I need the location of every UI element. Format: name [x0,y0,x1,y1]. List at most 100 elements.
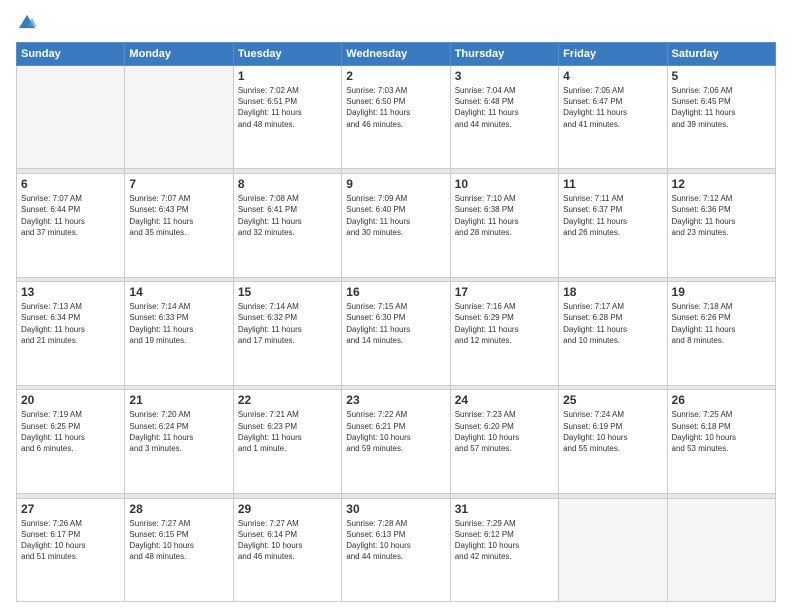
calendar-cell: 26 Sunrise: 7:25 AMSunset: 6:18 PMDayligh… [667,390,775,493]
cell-info: Sunrise: 7:04 AMSunset: 6:48 PMDaylight:… [455,85,554,130]
weekday-header-saturday: Saturday [667,43,775,66]
calendar-cell [667,498,775,602]
day-number: 5 [672,69,771,83]
day-number: 25 [563,393,662,407]
calendar-cell: 25Sunrise: 7:24 AMSunset: 6:19 PMDayligh… [559,390,667,493]
cell-info: Sunrise: 7:06 AMSunset: 6:45 PMDaylight:… [672,85,771,130]
day-number: 27 [21,502,120,516]
cell-info: Sunrise: 7:27 AMSunset: 6:14 PMDaylight:… [238,518,337,563]
cell-info: Sunrise: 7:05 AMSunset: 6:47 PMDaylight:… [563,85,662,130]
cell-info: Sunrise: 7:26 AMSunset: 6:17 PMDaylight:… [21,518,120,563]
day-number: 9 [346,177,445,191]
calendar-cell: 29Sunrise: 7:27 AMSunset: 6:14 PMDayligh… [233,498,341,602]
cell-info: Sunrise: 7:02 AMSunset: 6:51 PMDaylight:… [238,85,337,130]
calendar-cell: 9 Sunrise: 7:09 AMSunset: 6:40 PMDaylight… [342,174,450,277]
calendar-cell: 20 Sunrise: 7:19 AMSunset: 6:25 PMDayligh… [17,390,125,493]
header [16,12,776,34]
cell-info: Sunrise: 7:20 AMSunset: 6:24 PMDaylight:… [129,409,228,454]
cell-info: Sunrise: 7:07 AMSunset: 6:44 PMDaylight:… [21,193,120,238]
weekday-header-sunday: Sunday [17,43,125,66]
week-row-0: 1 Sunrise: 7:02 AMSunset: 6:51 PMDaylight… [17,66,776,169]
day-number: 3 [455,69,554,83]
weekday-header-thursday: Thursday [450,43,558,66]
day-number: 7 [129,177,228,191]
calendar: SundayMondayTuesdayWednesdayThursdayFrid… [16,42,776,602]
cell-info: Sunrise: 7:11 AMSunset: 6:37 PMDaylight:… [563,193,662,238]
calendar-cell: 21 Sunrise: 7:20 AMSunset: 6:24 PMDayligh… [125,390,233,493]
weekday-header-wednesday: Wednesday [342,43,450,66]
day-number: 30 [346,502,445,516]
day-number: 12 [672,177,771,191]
calendar-cell: 4 Sunrise: 7:05 AMSunset: 6:47 PMDaylight… [559,66,667,169]
calendar-cell [559,498,667,602]
cell-info: Sunrise: 7:03 AMSunset: 6:50 PMDaylight:… [346,85,445,130]
day-number: 31 [455,502,554,516]
cell-info: Sunrise: 7:10 AMSunset: 6:38 PMDaylight:… [455,193,554,238]
calendar-cell: 18 Sunrise: 7:17 AMSunset: 6:28 PMDayligh… [559,282,667,385]
day-number: 28 [129,502,228,516]
weekday-header-friday: Friday [559,43,667,66]
day-number: 18 [563,285,662,299]
day-number: 4 [563,69,662,83]
day-number: 2 [346,69,445,83]
cell-info: Sunrise: 7:08 AMSunset: 6:41 PMDaylight:… [238,193,337,238]
day-number: 8 [238,177,337,191]
cell-info: Sunrise: 7:19 AMSunset: 6:25 PMDaylight:… [21,409,120,454]
calendar-cell: 15Sunrise: 7:14 AMSunset: 6:32 PMDayligh… [233,282,341,385]
calendar-cell: 14 Sunrise: 7:14 AMSunset: 6:33 PMDayligh… [125,282,233,385]
day-number: 16 [346,285,445,299]
cell-info: Sunrise: 7:16 AMSunset: 6:29 PMDaylight:… [455,301,554,346]
day-number: 10 [455,177,554,191]
cell-info: Sunrise: 7:21 AMSunset: 6:23 PMDaylight:… [238,409,337,454]
cell-info: Sunrise: 7:22 AMSunset: 6:21 PMDaylight:… [346,409,445,454]
day-number: 20 [21,393,120,407]
calendar-cell: 17Sunrise: 7:16 AMSunset: 6:29 PMDayligh… [450,282,558,385]
day-number: 13 [21,285,120,299]
logo [16,12,40,34]
cell-info: Sunrise: 7:09 AMSunset: 6:40 PMDaylight:… [346,193,445,238]
day-number: 26 [672,393,771,407]
day-number: 19 [672,285,771,299]
day-number: 24 [455,393,554,407]
weekday-header-tuesday: Tuesday [233,43,341,66]
calendar-cell: 19 Sunrise: 7:18 AMSunset: 6:26 PMDayligh… [667,282,775,385]
calendar-cell: 13Sunrise: 7:13 AMSunset: 6:34 PMDayligh… [17,282,125,385]
calendar-cell: 5 Sunrise: 7:06 AMSunset: 6:45 PMDaylight… [667,66,775,169]
cell-info: Sunrise: 7:17 AMSunset: 6:28 PMDaylight:… [563,301,662,346]
day-number: 6 [21,177,120,191]
day-number: 1 [238,69,337,83]
cell-info: Sunrise: 7:29 AMSunset: 6:12 PMDaylight:… [455,518,554,563]
calendar-cell: 11 Sunrise: 7:11 AMSunset: 6:37 PMDayligh… [559,174,667,277]
day-number: 21 [129,393,228,407]
calendar-cell: 2 Sunrise: 7:03 AMSunset: 6:50 PMDaylight… [342,66,450,169]
cell-info: Sunrise: 7:23 AMSunset: 6:20 PMDaylight:… [455,409,554,454]
calendar-cell [17,66,125,169]
cell-info: Sunrise: 7:25 AMSunset: 6:18 PMDaylight:… [672,409,771,454]
week-row-1: 6 Sunrise: 7:07 AMSunset: 6:44 PMDaylight… [17,174,776,277]
week-row-4: 27 Sunrise: 7:26 AMSunset: 6:17 PMDayligh… [17,498,776,602]
day-number: 11 [563,177,662,191]
cell-info: Sunrise: 7:14 AMSunset: 6:33 PMDaylight:… [129,301,228,346]
day-number: 22 [238,393,337,407]
calendar-cell: 8 Sunrise: 7:08 AMSunset: 6:41 PMDaylight… [233,174,341,277]
calendar-cell: 27 Sunrise: 7:26 AMSunset: 6:17 PMDayligh… [17,498,125,602]
cell-info: Sunrise: 7:07 AMSunset: 6:43 PMDaylight:… [129,193,228,238]
calendar-cell: 23Sunrise: 7:22 AMSunset: 6:21 PMDayligh… [342,390,450,493]
weekday-header-monday: Monday [125,43,233,66]
cell-info: Sunrise: 7:27 AMSunset: 6:15 PMDaylight:… [129,518,228,563]
calendar-cell: 28 Sunrise: 7:27 AMSunset: 6:15 PMDayligh… [125,498,233,602]
cell-info: Sunrise: 7:14 AMSunset: 6:32 PMDaylight:… [238,301,337,346]
calendar-cell: 31 Sunrise: 7:29 AMSunset: 6:12 PMDayligh… [450,498,558,602]
weekday-header-row: SundayMondayTuesdayWednesdayThursdayFrid… [17,43,776,66]
cell-info: Sunrise: 7:18 AMSunset: 6:26 PMDaylight:… [672,301,771,346]
cell-info: Sunrise: 7:15 AMSunset: 6:30 PMDaylight:… [346,301,445,346]
calendar-cell: 24 Sunrise: 7:23 AMSunset: 6:20 PMDayligh… [450,390,558,493]
calendar-cell: 1 Sunrise: 7:02 AMSunset: 6:51 PMDaylight… [233,66,341,169]
cell-info: Sunrise: 7:28 AMSunset: 6:13 PMDaylight:… [346,518,445,563]
day-number: 14 [129,285,228,299]
calendar-cell: 16 Sunrise: 7:15 AMSunset: 6:30 PMDayligh… [342,282,450,385]
calendar-cell: 3 Sunrise: 7:04 AMSunset: 6:48 PMDaylight… [450,66,558,169]
calendar-cell: 6 Sunrise: 7:07 AMSunset: 6:44 PMDaylight… [17,174,125,277]
week-row-3: 20 Sunrise: 7:19 AMSunset: 6:25 PMDayligh… [17,390,776,493]
week-row-2: 13Sunrise: 7:13 AMSunset: 6:34 PMDayligh… [17,282,776,385]
